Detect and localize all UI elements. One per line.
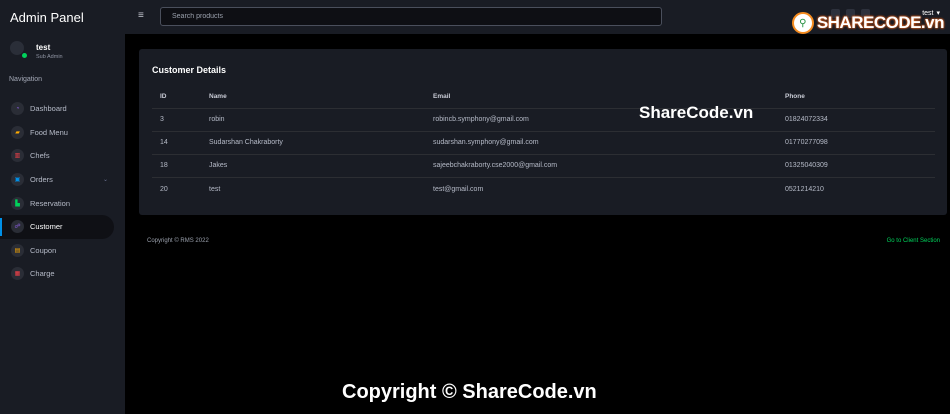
menu-toggle-icon[interactable]: ≡ [138, 10, 144, 21]
sidebar-item-coupon[interactable]: ▤ Coupon [0, 239, 114, 263]
sidebar-item-customer[interactable]: ☍ Customer [0, 214, 114, 239]
column-header-phone: Phone [785, 86, 935, 109]
sharecode-logo: ⚲ SHARECODE.vn [791, 12, 945, 34]
orders-icon: ▣ [11, 173, 24, 187]
cell-email: sudarshan.symphony@gmail.com [433, 131, 785, 155]
cell-email: sajeebchakraborty.cse2000@gmail.com [433, 154, 785, 179]
sidebar-item-reservation[interactable]: ▙ Reservation [0, 191, 114, 215]
table-row[interactable]: 20 test test@gmail.com 0521214210 [152, 178, 935, 201]
table-header-row: ID Name Email Phone [152, 86, 935, 109]
sidebar-item-chefs[interactable]: ▥ Chefs [0, 144, 114, 168]
coupon-icon: ▤ [11, 243, 24, 257]
sidebar-nav: ◔ Dashboard ▰ Food Menu ▥ Chefs ▣ Orders ⌄ ▙ Reser… [0, 94, 125, 286]
food-icon: ▰ [11, 125, 24, 139]
cell-id: 3 [152, 108, 209, 132]
brand-title[interactable]: Admin Panel [0, 0, 125, 34]
cell-name: Sudarshan Chakraborty [209, 131, 433, 155]
sidebar-item-orders[interactable]: ▣ Orders ⌄ [0, 168, 114, 192]
cell-id: 18 [152, 154, 209, 179]
sidebar-item-label: Coupon [30, 245, 57, 255]
client-section-link[interactable]: Go to Client Section [887, 238, 940, 244]
watermark-copyright: Copyright © ShareCode.vn [342, 381, 597, 403]
avatar [10, 40, 27, 58]
customer-details-card: Customer Details ID Name Email Phone 3 ro… [139, 49, 947, 215]
sidebar: Admin Panel test Sub Admin Navigation ◔ D… [0, 0, 125, 414]
cell-phone: 01770277098 [785, 131, 935, 155]
table-row[interactable]: 3 robin robincb.symphony@gmail.com 01824072… [152, 108, 935, 132]
profile[interactable]: test Sub Admin [0, 34, 125, 64]
sidebar-item-label: Chefs [30, 151, 50, 161]
online-status-dot [22, 52, 27, 58]
sidebar-item-label: Charge [30, 269, 55, 279]
chevron-down-icon[interactable]: ⌄ [103, 176, 108, 183]
cell-name: test [209, 185, 221, 193]
cell-email: test@gmail.com [433, 185, 484, 193]
column-header-name: Name [209, 86, 433, 109]
sidebar-item-label: Orders [30, 175, 53, 185]
charge-icon: ▦ [11, 267, 24, 281]
column-header-id: ID [152, 86, 209, 109]
table-row[interactable]: 18 Jakes sajeebchakraborty.cse2000@gmail.c… [152, 154, 935, 179]
profile-role: Sub Admin [36, 54, 63, 60]
footer-copyright: Copyright © RMS 2022 [147, 238, 209, 244]
chart-icon: ▙ [11, 196, 24, 210]
nav-title: Navigation [9, 76, 43, 83]
sidebar-item-dashboard[interactable]: ◔ Dashboard [0, 97, 114, 121]
users-icon: ☍ [11, 220, 24, 234]
profile-name: test [36, 43, 51, 52]
cell-phone: 01824072334 [785, 108, 935, 132]
sidebar-item-food-menu[interactable]: ▰ Food Menu [0, 121, 114, 145]
cell-phone: 01325040309 [785, 154, 935, 179]
sidebar-item-charge[interactable]: ▦ Charge [0, 262, 114, 286]
customer-table: ID Name Email Phone 3 robin robincb.sympho… [152, 86, 935, 201]
sharecode-logo-text: SHARECODE.vn [816, 13, 945, 32]
sidebar-item-label: Reservation [30, 198, 71, 208]
cell-id: 14 [152, 131, 209, 155]
watermark-text: ShareCode.vn [639, 103, 754, 122]
search-input[interactable] [160, 7, 662, 26]
cell-name: robin [209, 108, 433, 132]
sidebar-item-label: Customer [30, 222, 63, 232]
cell-phone: 0521214210 [785, 185, 824, 193]
speedometer-icon: ◔ [11, 102, 24, 116]
table-row[interactable]: 14 Sudarshan Chakraborty sudarshan.symphon… [152, 131, 935, 155]
sidebar-item-label: Dashboard [30, 104, 67, 114]
cell-id: 20 [160, 185, 168, 193]
card-title: Customer Details [152, 65, 227, 75]
cell-name: Jakes [209, 154, 433, 179]
chef-icon: ▥ [11, 149, 24, 163]
sidebar-item-label: Food Menu [30, 127, 68, 137]
sharecode-logo-icon: ⚲ [791, 12, 814, 34]
